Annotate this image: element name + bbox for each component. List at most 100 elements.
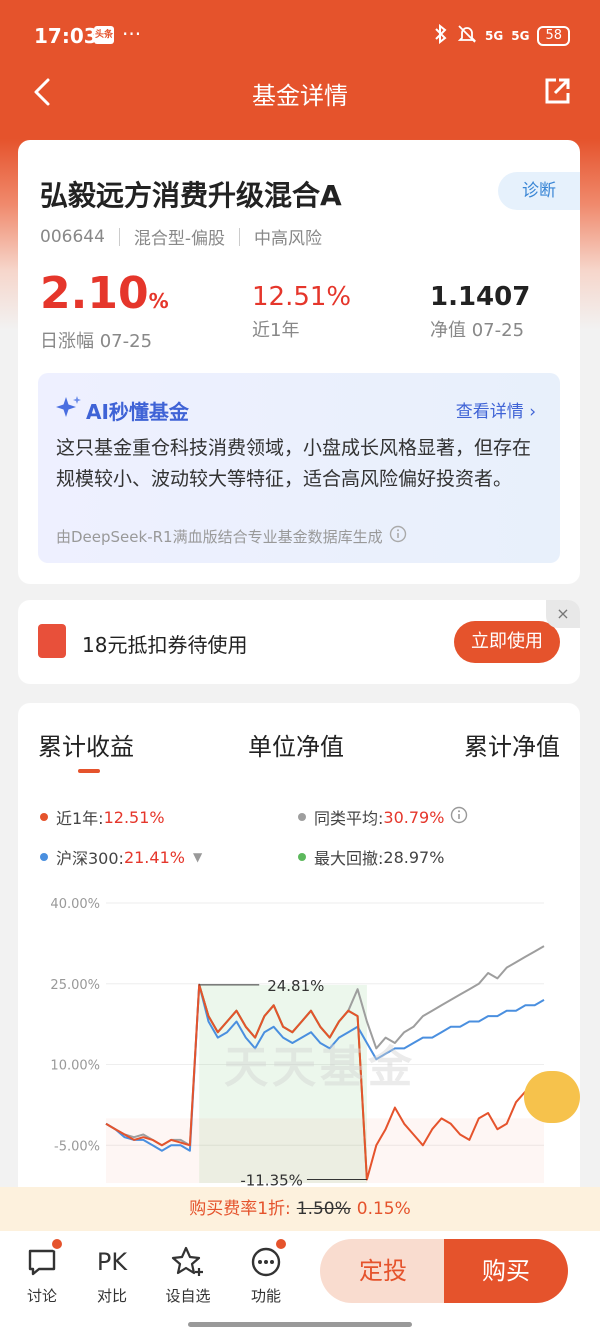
ai-footer-text: 由DeepSeek-R1满血版结合专业基金数据库生成: [56, 527, 383, 546]
fee-banner: 购买费率1折: 1.50% 0.15%: [0, 1187, 600, 1231]
tab-unit-nav[interactable]: 单位净值: [248, 727, 344, 762]
coupon-card: 18元抵扣券待使用 立即使用 ×: [18, 600, 580, 684]
performance-chart-card: 累计收益 单位净值 累计净值 近1年: 12.51% 同类平均: 30.79% …: [18, 703, 580, 1203]
legend-label: 最大回撤:: [314, 849, 384, 868]
chart-tabs: 累计收益 单位净值 累计净值: [18, 727, 580, 787]
y-tick-label: 25.00%: [50, 978, 100, 993]
more-icon: [236, 1237, 296, 1281]
mascot-icon[interactable]: [524, 1071, 580, 1123]
watermark: 天天基金: [224, 1042, 416, 1093]
fee-new: 0.15%: [356, 1199, 411, 1219]
legend-value: 28.97%: [383, 847, 445, 867]
ai-summary-box[interactable]: AI秒懂基金 查看详情 › 这只基金重仓科技消费领域，小盘成长风格显著，但存在规…: [38, 373, 560, 563]
signal-icon-2: 5G: [511, 29, 530, 43]
fee-old: 1.50%: [296, 1199, 351, 1219]
chat-bubble-icon: [12, 1237, 72, 1281]
app-notification-icon: 头条: [94, 26, 114, 44]
add-watchlist-label: 设自选: [165, 1287, 211, 1305]
red-envelope-icon: [38, 624, 66, 658]
divider: [118, 227, 120, 246]
compare-button[interactable]: PK 对比: [82, 1243, 142, 1306]
fund-type: 混合型-偏股: [133, 229, 226, 249]
functions-label: 功能: [250, 1287, 281, 1305]
tab-cumulative-return[interactable]: 累计收益: [38, 727, 134, 762]
tab-cumulative-nav[interactable]: 累计净值: [464, 727, 560, 762]
coupon-text: 18元抵扣券待使用: [82, 633, 248, 657]
auto-invest-button[interactable]: 定投: [320, 1239, 446, 1303]
fund-risk: 中高风险: [254, 229, 323, 249]
legend-dot: [40, 853, 48, 861]
ai-title: AI秒懂基金: [56, 395, 189, 426]
home-indicator: [188, 1322, 412, 1327]
battery-icon: 58: [537, 26, 570, 46]
status-bar: 17:03 头条 ··· 5G 5G 58: [0, 0, 600, 70]
notification-dot: [274, 1237, 288, 1251]
more-notifications-icon: ···: [122, 22, 142, 46]
y-tick-label: -5.00%: [54, 1139, 100, 1154]
nav-bar: 基金详情: [0, 68, 600, 116]
legend-label: 同类平均:: [314, 809, 384, 828]
discuss-button[interactable]: 讨论: [12, 1237, 72, 1306]
notification-dot: [50, 1237, 64, 1251]
year-return-label: 近1年: [252, 320, 300, 341]
fee-prefix: 购买费率1折:: [189, 1199, 291, 1219]
signal-icon: 5G: [485, 29, 504, 43]
share-icon[interactable]: [542, 76, 572, 110]
fund-meta: 006644 混合型-偏股 中高风险: [40, 224, 323, 250]
use-coupon-button[interactable]: 立即使用: [454, 621, 560, 663]
status-time: 17:03: [34, 24, 98, 48]
legend-dot: [298, 813, 306, 821]
legend-near1y: 近1年: 12.51%: [40, 805, 165, 829]
daily-change-value: 2.10: [40, 268, 149, 319]
mute-bell-icon: [457, 24, 477, 48]
legend-peer: 同类平均: 30.79%: [298, 805, 468, 829]
add-watchlist-button[interactable]: 设自选: [158, 1243, 218, 1306]
daily-change-label: 日涨幅 07-25: [40, 331, 153, 352]
bluetooth-icon: [433, 23, 449, 48]
divider: [239, 227, 241, 246]
info-icon[interactable]: [389, 525, 407, 547]
daily-change-metric: 2.10% 日涨幅 07-25: [40, 268, 169, 353]
buy-button[interactable]: 购买: [444, 1239, 568, 1303]
nav-metric: 1.1407 净值 07-25: [430, 282, 530, 342]
ai-title-text: AI秒懂基金: [86, 400, 189, 424]
chevron-right-icon: ›: [529, 402, 536, 422]
pk-icon: PK: [96, 1248, 128, 1276]
y-tick-label: 40.00%: [50, 897, 100, 912]
compare-label: 对比: [96, 1287, 127, 1305]
page-title: 基金详情: [252, 82, 348, 110]
legend-dot: [40, 813, 48, 821]
diagnose-button[interactable]: 诊断: [498, 172, 580, 210]
sparkle-icon: [56, 395, 82, 426]
negative-area: [106, 1118, 544, 1183]
discuss-label: 讨论: [26, 1287, 57, 1305]
status-icons: 5G 5G 58: [433, 23, 570, 48]
fund-name: 弘毅远方消费升级混合A: [40, 179, 342, 212]
close-icon[interactable]: ×: [546, 600, 580, 628]
legend-value: 21.41%: [123, 847, 185, 867]
y-tick-label: 10.00%: [50, 1059, 100, 1074]
year-return-value: 12.51%: [252, 282, 352, 312]
functions-button[interactable]: 功能: [236, 1237, 296, 1306]
year-return-metric: 12.51% 近1年: [252, 282, 351, 342]
nav-label: 净值 07-25: [430, 320, 525, 341]
legend-label: 近1年:: [56, 809, 104, 828]
ai-view-details-link[interactable]: 查看详情 ›: [456, 397, 536, 422]
star-plus-icon: [158, 1243, 218, 1281]
fund-code: 006644: [40, 226, 105, 247]
daily-change-unit: %: [148, 289, 169, 313]
legend-value: 30.79%: [383, 807, 445, 827]
legend-drawdown: 最大回撤: 28.97%: [298, 845, 444, 869]
dropdown-caret-icon[interactable]: ▼: [193, 850, 202, 864]
ai-footer: 由DeepSeek-R1满血版结合专业基金数据库生成: [56, 525, 407, 547]
legend-hs300[interactable]: 沪深300: 21.41% ▼: [40, 845, 202, 869]
info-icon[interactable]: [450, 806, 468, 828]
active-tab-indicator: [78, 769, 100, 773]
nav-value: 1.1407: [430, 282, 531, 312]
fund-summary-card: 弘毅远方消费升级混合A 诊断 006644 混合型-偏股 中高风险 2.10% …: [18, 140, 580, 584]
bottom-action-bar: 讨论 PK 对比 设自选 功能 定投 购买: [0, 1231, 600, 1335]
legend-value: 12.51%: [103, 807, 165, 827]
annotation-peak: 24.81%: [267, 977, 324, 995]
legend-label: 沪深300:: [56, 849, 124, 868]
legend-dot: [298, 853, 306, 861]
